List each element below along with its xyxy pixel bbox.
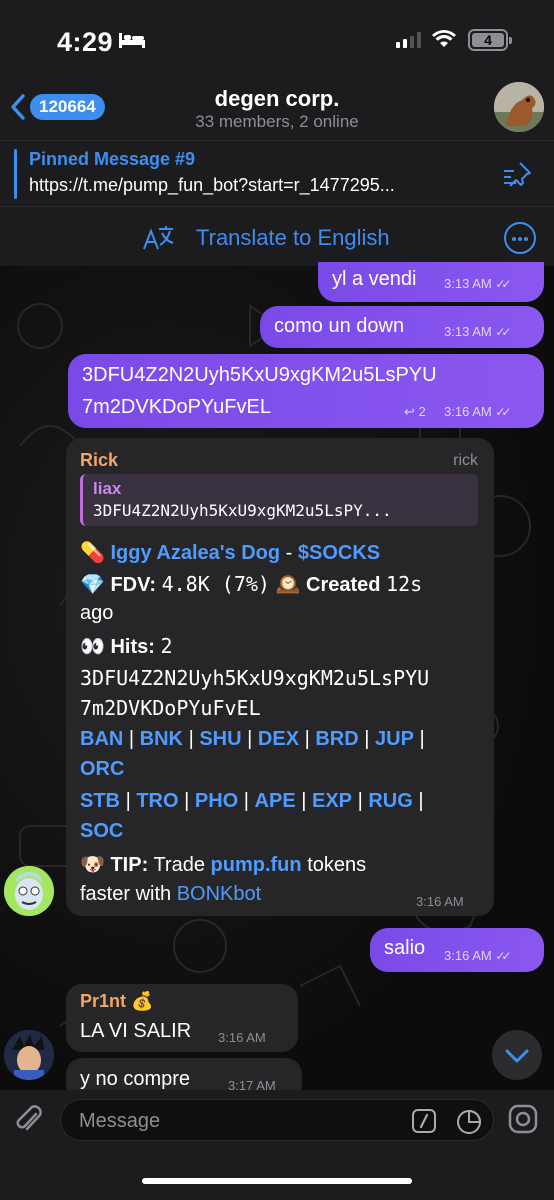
address-line: 3DFU4Z2N2Uyh5KxU9xgKM2u5LsPYU bbox=[80, 666, 430, 690]
link-tro[interactable]: TRO bbox=[136, 790, 178, 812]
link-exp[interactable]: EXP bbox=[312, 790, 352, 812]
sender-name[interactable]: Rick bbox=[80, 450, 118, 471]
pinned-list-icon[interactable] bbox=[502, 161, 534, 187]
ticker-link[interactable]: $SOCKS bbox=[298, 542, 380, 564]
reply-text: 3DFU4Z2N2Uyh5KxU9xgKM2u5LsPY... bbox=[93, 501, 392, 520]
tip-line: 🐶 TIP: Trade pump.fun tokens bbox=[80, 854, 367, 876]
links-row: STB | TRO | PHO | APE | EXP | RUG | bbox=[80, 790, 424, 812]
link-jup[interactable]: JUP bbox=[375, 728, 414, 750]
status-bar: 4:29 4 bbox=[0, 0, 554, 82]
status-time: 4:29 bbox=[57, 27, 114, 57]
message-text: y no compre bbox=[80, 1068, 191, 1090]
token-name-link[interactable]: Iggy Azalea's Dog bbox=[110, 542, 280, 564]
read-checks-icon: ✓✓ bbox=[495, 277, 511, 291]
dog-icon: 🐶 bbox=[80, 854, 105, 876]
group-avatar[interactable] bbox=[494, 82, 544, 132]
sender-name[interactable]: Pr1nt 💰 bbox=[80, 991, 153, 1012]
read-checks-icon: ✓✓ bbox=[495, 949, 511, 963]
address-line: 7m2DVKDoPYuFvEL bbox=[80, 696, 261, 720]
message-text-line: 7m2DVKDoPYuFvEL bbox=[82, 396, 271, 418]
links-row: ORC bbox=[80, 758, 124, 781]
reply-arrow-icon: ↩ bbox=[404, 404, 415, 419]
translate-button[interactable]: Translate to English bbox=[196, 225, 390, 251]
link-pho[interactable]: PHO bbox=[195, 790, 238, 812]
token-line: 💊 Iggy Azalea's Dog - $SOCKS bbox=[80, 542, 381, 564]
camera-icon[interactable] bbox=[508, 1104, 538, 1134]
links-row: BAN | BNK | SHU | DEX | BRD | JUP | bbox=[80, 728, 425, 750]
pill-icon: 💊 bbox=[80, 542, 105, 564]
sticker-icon[interactable] bbox=[455, 1108, 483, 1136]
message-input[interactable]: Message bbox=[60, 1099, 494, 1141]
message-text-line: 3DFU4Z2N2Uyh5KxU9xgKM2u5LsPYU bbox=[82, 364, 437, 386]
pinned-indicator bbox=[14, 149, 17, 199]
bot-commands-icon[interactable] bbox=[411, 1108, 437, 1134]
bot-message[interactable]: Rick rick liax 3DFU4Z2N2Uyh5KxU9xgKM2u5L… bbox=[66, 438, 494, 916]
wifi-icon bbox=[432, 30, 456, 47]
signal-icon bbox=[396, 32, 421, 48]
gem-icon: 💎 bbox=[80, 574, 105, 596]
home-indicator bbox=[142, 1178, 412, 1184]
link-orc[interactable]: ORC bbox=[80, 758, 124, 780]
message-time: 3:13 AM ✓✓ bbox=[444, 324, 511, 339]
reply-quote[interactable]: liax 3DFU4Z2N2Uyh5KxU9xgKM2u5LsPY... bbox=[80, 474, 478, 526]
message-text: salio bbox=[384, 937, 426, 959]
incoming-message[interactable]: Pr1nt 💰 LA VI SALIR 3:16 AM bbox=[66, 984, 298, 1052]
link-stb[interactable]: STB bbox=[80, 790, 120, 812]
outgoing-message[interactable]: 3DFU4Z2N2Uyh5KxU9xgKM2u5LsPYU 7m2DVKDoPY… bbox=[68, 354, 544, 428]
print-avatar[interactable] bbox=[4, 1030, 54, 1080]
bed-icon bbox=[119, 33, 145, 48]
clock-icon: 🕰️ bbox=[275, 574, 301, 596]
link-brd[interactable]: BRD bbox=[315, 728, 358, 750]
chat-title[interactable]: degen corp. bbox=[0, 86, 554, 112]
reply-count[interactable]: ↩ 2 bbox=[404, 404, 426, 420]
translate-icon bbox=[143, 226, 174, 250]
outgoing-message[interactable]: como un down 3:13 AM ✓✓ bbox=[260, 306, 544, 348]
eyes-icon: 👀 bbox=[80, 636, 105, 658]
battery-icon: 4 bbox=[468, 29, 512, 51]
link-shu[interactable]: SHU bbox=[199, 728, 241, 750]
message-text: como un down bbox=[274, 315, 405, 337]
money-bag-icon: 💰 bbox=[131, 991, 154, 1011]
message-time: 3:16 AM ✓✓ bbox=[444, 948, 511, 963]
message-time: 3:16 AM bbox=[218, 1030, 266, 1045]
attach-icon[interactable] bbox=[14, 1102, 44, 1136]
more-options-button[interactable] bbox=[504, 222, 536, 254]
scroll-down-button[interactable] bbox=[492, 1030, 542, 1080]
translate-bar: Translate to English bbox=[0, 206, 554, 266]
message-text: LA VI SALIR bbox=[80, 1020, 192, 1042]
link-soc[interactable]: SOC bbox=[80, 820, 123, 842]
hits-line: 👀 Hits: 2 bbox=[80, 634, 173, 658]
links-row: SOC bbox=[80, 820, 123, 843]
pinned-message[interactable]: Pinned Message #9 https://t.me/pump_fun_… bbox=[0, 140, 554, 206]
message-placeholder: Message bbox=[79, 1110, 161, 1132]
outgoing-message[interactable]: yl a vendi 3:13 AM ✓✓ bbox=[318, 262, 544, 302]
chat-subtitle: 33 members, 2 online bbox=[195, 112, 359, 131]
reply-sender: liax bbox=[93, 479, 122, 498]
sender-handle: rick bbox=[453, 452, 478, 469]
pinned-text: https://t.me/pump_fun_bot?start=r_147729… bbox=[29, 175, 395, 195]
read-checks-icon: ✓✓ bbox=[495, 405, 511, 419]
message-time: 3:16 AM bbox=[416, 894, 464, 909]
message-text: yl a vendi bbox=[332, 268, 417, 290]
chat-header: 120664 degen corp. 33 members, 2 online bbox=[0, 82, 554, 140]
link-ape[interactable]: APE bbox=[255, 790, 296, 812]
link-rug[interactable]: RUG bbox=[368, 790, 412, 812]
ago-line: ago bbox=[80, 602, 114, 624]
pumpfun-link[interactable]: pump.fun bbox=[211, 854, 302, 876]
link-dex[interactable]: DEX bbox=[258, 728, 299, 750]
message-time: 3:13 AM ✓✓ bbox=[444, 276, 511, 291]
message-time: 3:16 AM ✓✓ bbox=[444, 404, 511, 419]
rick-avatar[interactable] bbox=[4, 866, 54, 916]
bonkbot-link[interactable]: BONKbot bbox=[177, 883, 261, 905]
link-bnk[interactable]: BNK bbox=[140, 728, 183, 750]
tip-line: faster with BONKbot bbox=[80, 883, 262, 905]
link-ban[interactable]: BAN bbox=[80, 728, 123, 750]
pinned-title: Pinned Message #9 bbox=[29, 149, 196, 169]
outgoing-message[interactable]: salio 3:16 AM ✓✓ bbox=[370, 928, 544, 972]
fdv-line: 💎 FDV: 4.8K (7%) 🕰️ Created 12s bbox=[80, 572, 423, 596]
read-checks-icon: ✓✓ bbox=[495, 325, 511, 339]
chevron-down-icon bbox=[505, 1049, 529, 1063]
